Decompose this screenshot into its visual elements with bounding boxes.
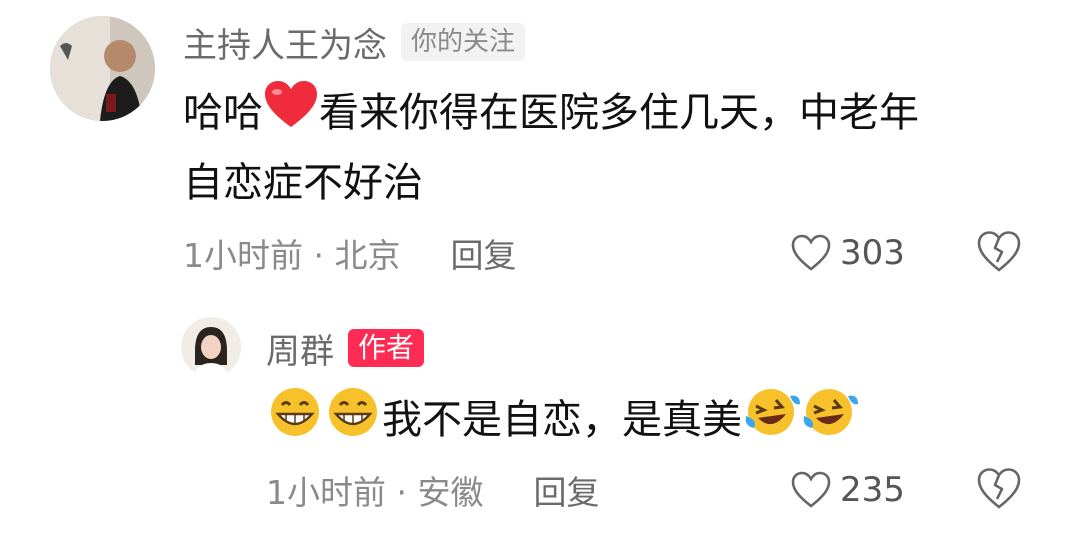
like-count: 235 xyxy=(840,470,905,510)
comment-text-line2: 自恋症不好治 xyxy=(183,160,423,206)
author-badge: 作者 xyxy=(348,329,425,367)
broken-heart-icon xyxy=(977,468,1021,509)
comment-meta: 1小时前 · 安徽 回复 xyxy=(266,467,599,513)
grinning-emoji xyxy=(324,386,382,458)
comment-meta: 1小时前 · 北京 回复 xyxy=(183,230,516,276)
reply-button[interactable]: 回复 xyxy=(533,466,599,514)
comment-text: 哈哈 看来你得在医院多住几天，中老年 自恋症不好治 xyxy=(183,80,1043,216)
username[interactable]: 主持人王为念 xyxy=(183,18,387,67)
dislike-button[interactable] xyxy=(976,467,1022,513)
author-avatar-photo xyxy=(181,317,241,377)
comment-text: 我不是自恋，是真美 xyxy=(266,386,1026,458)
comment-text-body: 我不是自恋，是真美 xyxy=(382,397,742,443)
like-count: 303 xyxy=(840,233,905,273)
time-location: 1小时前 · 安徽 xyxy=(266,473,484,512)
broken-heart-icon xyxy=(977,231,1021,272)
grinning-emoji xyxy=(266,386,324,458)
avatar[interactable] xyxy=(50,16,155,121)
following-badge: 你的关注 xyxy=(401,23,526,61)
heart-outline-icon xyxy=(791,234,831,271)
username[interactable]: 周群 xyxy=(266,324,334,373)
comment-text-prefix: 哈哈 xyxy=(183,90,263,136)
comment-text-line1: 看来你得在医院多住几天，中老年 xyxy=(319,90,919,136)
laughing-tears-emoji xyxy=(800,386,858,458)
heart-emoji xyxy=(263,80,319,150)
reply-button[interactable]: 回复 xyxy=(450,229,516,277)
laughing-tears-emoji xyxy=(742,386,800,458)
host-avatar-photo xyxy=(50,16,155,121)
like-button[interactable]: 303 xyxy=(790,230,905,276)
like-button[interactable]: 235 xyxy=(790,467,905,513)
time-location: 1小时前 · 北京 xyxy=(183,236,401,275)
dislike-button[interactable] xyxy=(976,230,1022,276)
avatar[interactable] xyxy=(181,317,241,377)
heart-outline-icon xyxy=(791,471,831,508)
